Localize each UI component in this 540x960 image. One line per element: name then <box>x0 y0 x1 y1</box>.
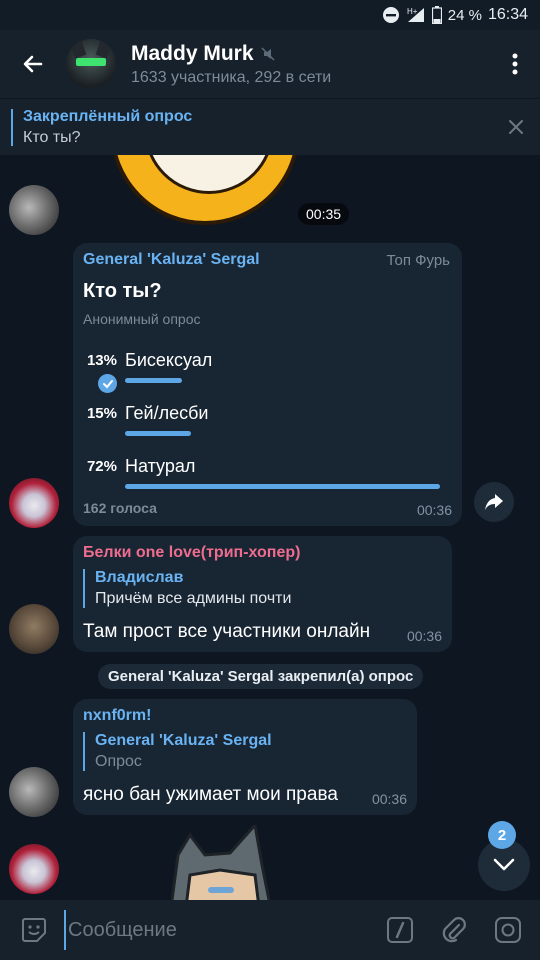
poll-option[interactable]: 72% Натурал <box>73 456 463 502</box>
sticker-emoji[interactable] <box>110 155 300 225</box>
avatar[interactable] <box>9 767 59 817</box>
poll-option-bar <box>125 378 182 383</box>
chat-header: Maddy Murk 1633 участника, 292 в сети <box>0 30 540 98</box>
chat-title: Maddy Murk <box>131 41 254 65</box>
message-text: Там прост все участники онлайн <box>83 621 371 642</box>
poll-option-label: Гей/лесби <box>125 403 209 423</box>
message-input[interactable] <box>64 910 378 950</box>
message-author[interactable]: Белки one love(трип-хопер) <box>83 544 300 562</box>
chat-subtitle: 1633 участника, 292 в сети <box>131 68 332 86</box>
chevron-down-icon <box>493 858 515 871</box>
more-vert-icon <box>512 53 518 75</box>
poll-question: Кто ты? <box>83 280 162 302</box>
pinned-accent-line <box>11 109 13 146</box>
camera-icon <box>495 917 521 943</box>
back-arrow-icon <box>23 55 43 73</box>
message-time: 00:35 <box>298 203 350 225</box>
poll-votes[interactable]: 162 голоса <box>83 500 157 516</box>
poll-option-bar <box>125 484 440 489</box>
poll-option-label: Натурал <box>125 456 196 476</box>
message-list[interactable]: 00:35 General 'Kaluza' Sergal Топ Фурь К… <box>0 155 540 900</box>
poll-option-label: Бисексуал <box>125 350 213 370</box>
forward-source: Топ Фурь <box>386 252 450 269</box>
back-button[interactable] <box>0 30 66 98</box>
chosen-check-icon <box>98 374 117 393</box>
close-icon <box>509 120 523 134</box>
more-menu-button[interactable] <box>490 30 540 98</box>
bot-command-button[interactable] <box>378 908 422 952</box>
status-bar: H+ 24 % 16:34 <box>0 0 540 30</box>
chat-info[interactable]: Maddy Murk 1633 участника, 292 в сети <box>131 42 490 87</box>
sticker-smile-icon <box>22 918 46 942</box>
message-time: 00:36 <box>416 502 452 518</box>
message-bubble[interactable]: Белки one love(трип-хопер) Владислав При… <box>73 536 452 652</box>
reply-text: Причём все админы почти <box>95 590 292 607</box>
avatar[interactable] <box>9 185 59 235</box>
message-author[interactable]: General 'Kaluza' Sergal <box>83 251 260 269</box>
poll-option[interactable]: 15% Гей/лесби <box>73 403 463 449</box>
battery-level: 24 % <box>447 6 482 24</box>
poll-option-percent: 15% <box>86 405 117 422</box>
sticker-character[interactable] <box>160 825 280 900</box>
dnd-icon <box>382 6 400 24</box>
pinned-title: Закреплённый опрос <box>23 107 193 125</box>
reply-author: Владислав <box>95 569 184 586</box>
poll-option-percent: 13% <box>86 352 117 369</box>
pinned-close-button[interactable] <box>506 117 526 142</box>
poll-option-bar <box>125 431 191 436</box>
reply-text: Опрос <box>95 753 142 770</box>
message-text: ясно бан ужимает мои права <box>83 784 338 805</box>
emoji-button[interactable] <box>12 908 56 952</box>
poll-message[interactable]: General 'Kaluza' Sergal Топ Фурь Кто ты?… <box>73 243 462 526</box>
share-icon <box>485 494 503 510</box>
attach-button[interactable] <box>432 908 476 952</box>
pinned-message-bar[interactable]: Закреплённый опрос Кто ты? <box>0 98 540 155</box>
share-button[interactable] <box>474 482 514 522</box>
chat-avatar[interactable] <box>66 39 116 89</box>
message-time: 00:36 <box>371 791 407 807</box>
avatar[interactable] <box>9 478 59 528</box>
clock: 16:34 <box>487 6 528 23</box>
avatar[interactable] <box>9 844 59 894</box>
poll-option-percent: 72% <box>86 458 117 475</box>
svg-text:H+: H+ <box>407 7 418 16</box>
unread-badge: 2 <box>488 821 516 849</box>
reply-author: General 'Kaluza' Sergal <box>95 732 272 749</box>
poll-option[interactable]: 13% Бисексуал <box>73 350 463 396</box>
avatar[interactable] <box>9 604 59 654</box>
service-message: General 'Kaluza' Sergal закрепил(а) опро… <box>98 664 424 689</box>
poll-type: Анонимный опрос <box>83 311 201 327</box>
muted-icon <box>260 46 275 61</box>
message-author[interactable]: nxnf0rm! <box>83 707 151 725</box>
message-bubble[interactable]: nxnf0rm! General 'Kaluza' Sergal Опрос я… <box>73 699 417 815</box>
slash-command-icon <box>387 917 413 943</box>
reply-quote[interactable]: General 'Kaluza' Sergal Опрос <box>83 732 272 771</box>
message-time: 00:36 <box>406 628 442 644</box>
pinned-text: Кто ты? <box>23 128 81 146</box>
battery-icon <box>431 6 442 24</box>
message-input-bar <box>0 900 540 960</box>
signal-icon: H+ <box>406 6 426 24</box>
camera-button[interactable] <box>486 908 530 952</box>
paperclip-icon <box>442 917 466 943</box>
reply-quote[interactable]: Владислав Причём все админы почти <box>83 569 291 608</box>
